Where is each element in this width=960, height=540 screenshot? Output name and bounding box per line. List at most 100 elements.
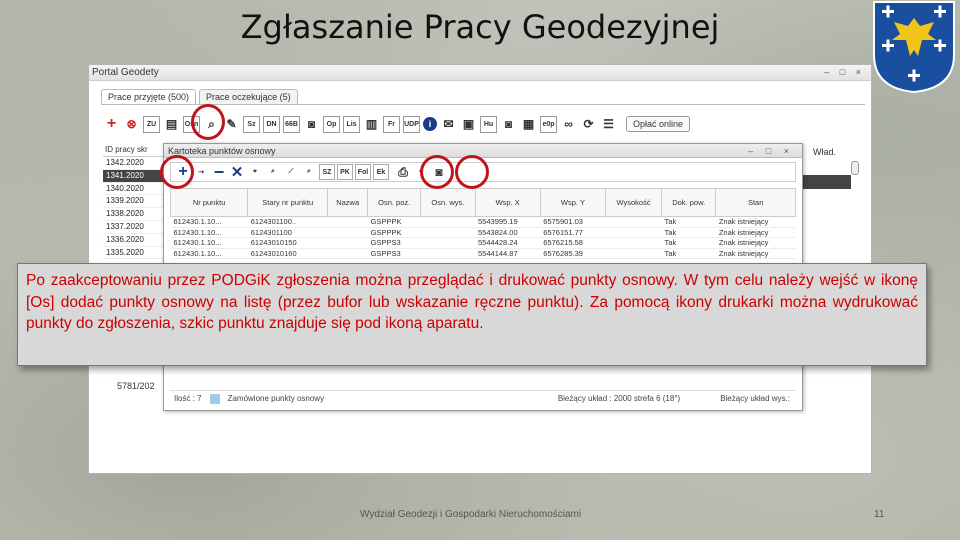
col-header[interactable]: Osn. wys. xyxy=(420,188,476,217)
table-row[interactable]: 612430.1.10... 6124301100.. GSPPPK 55439… xyxy=(170,216,796,228)
table-row[interactable]: 612430.1.10... 61243010160 GSPPS3 554414… xyxy=(170,248,796,259)
cell xyxy=(327,248,368,259)
document-icon[interactable]: ▥ xyxy=(363,115,380,133)
chat-icon[interactable]: ▣ xyxy=(460,115,477,133)
cell: 6576151.77 xyxy=(540,227,606,238)
cell: 61243010160 xyxy=(247,248,328,259)
toolbar-sz-button[interactable]: Sz xyxy=(243,115,260,133)
toolbar-pk-button[interactable]: PK xyxy=(337,164,353,180)
col-header[interactable]: Stary nr punktu xyxy=(247,188,329,217)
slide-title: Zgłaszanie Pracy Geodezyjnej xyxy=(240,8,720,46)
cell xyxy=(605,248,662,259)
mail-icon[interactable]: ✉ xyxy=(440,115,457,133)
page-number: 11 xyxy=(874,509,885,520)
scrollbar[interactable] xyxy=(851,161,859,175)
cell: Tak xyxy=(661,248,716,259)
cell: 612430.1.10... xyxy=(170,216,248,228)
tab-divider xyxy=(101,104,865,105)
toolbar-op-button[interactable]: Op xyxy=(323,115,340,133)
toolbar-hu-button[interactable]: Hu xyxy=(480,115,497,133)
buffer-icon[interactable]: ⇢ xyxy=(193,164,209,180)
info-icon[interactable]: i xyxy=(423,117,437,131)
map-select-icon[interactable]: ⌖ xyxy=(247,164,263,180)
cell xyxy=(327,216,368,228)
cell: 61243010150 xyxy=(247,237,328,249)
binoculars-icon[interactable]: ∞ xyxy=(560,115,577,133)
toolbar-66b-button[interactable]: 66B xyxy=(283,115,300,133)
toolbar-sz-button[interactable]: SZ xyxy=(319,164,335,180)
remove-point-icon[interactable]: − xyxy=(211,162,227,182)
cell xyxy=(420,216,476,228)
cell xyxy=(420,237,476,249)
pen-icon[interactable]: ✎ xyxy=(223,115,240,133)
tab-accepted[interactable]: Prace przyjęte (500) xyxy=(101,89,197,104)
camera2-icon[interactable]: ◙ xyxy=(500,115,517,133)
cell: 5544428.24 xyxy=(475,237,541,249)
legend-label: Zamówione punkty osnowy xyxy=(227,394,325,403)
col-header[interactable]: Wsp. X xyxy=(474,188,541,217)
cell: 5543824.00 xyxy=(475,227,541,238)
cell: Tak xyxy=(661,227,716,238)
toolbar-lis-button[interactable]: Lis xyxy=(343,115,360,133)
locate-icon[interactable]: ⌕ xyxy=(301,164,317,180)
selected-row-strip xyxy=(801,175,851,189)
add-icon[interactable]: + xyxy=(103,115,120,133)
cell: 6576285.39 xyxy=(540,248,606,259)
col-header[interactable]: Nr punktu xyxy=(169,188,249,217)
slide-footer: Wydział Geodezji i Gospodarki Nieruchomo… xyxy=(360,509,582,520)
list-icon[interactable]: ☰ xyxy=(600,115,617,133)
cell: Tak xyxy=(661,237,716,249)
legend-swatch xyxy=(209,393,220,404)
work-id-partial: 5781/202 xyxy=(117,381,155,391)
camera-icon[interactable]: ◙ xyxy=(303,115,320,133)
cell: Znak istniejący xyxy=(715,216,796,228)
tab-pending[interactable]: Prace oczekujące (5) xyxy=(199,89,298,104)
cancel-icon[interactable]: ⊗ xyxy=(123,115,140,133)
cell: GSPPS3 xyxy=(367,237,421,249)
cell: 6576215.58 xyxy=(540,237,606,249)
height-system: Bieżący układ wys.: xyxy=(720,394,790,403)
col-header[interactable]: Osn. poz. xyxy=(367,188,422,217)
print-icon[interactable]: ⎙ xyxy=(395,164,411,180)
toolbar-fr-button[interactable]: Fr xyxy=(383,115,400,133)
col-header[interactable]: Wysokość xyxy=(605,188,663,217)
cell xyxy=(327,237,368,249)
refresh-icon[interactable]: ⟳ xyxy=(580,115,597,133)
delete-icon[interactable]: ✕ xyxy=(229,164,245,181)
cell xyxy=(605,227,662,238)
toolbar-ek-button[interactable]: Ek xyxy=(373,164,389,180)
col-header[interactable]: Wsp. Y xyxy=(539,188,607,217)
image-icon[interactable]: ▦ xyxy=(520,115,537,133)
silesia-coat-of-arms xyxy=(873,1,955,94)
folder-icon[interactable]: ▤ xyxy=(163,115,180,133)
cell: 5544144.87 xyxy=(475,248,541,259)
cell: Znak istniejący xyxy=(715,237,796,249)
col-header[interactable]: Stan xyxy=(715,188,796,217)
highlight-osn-circle xyxy=(191,104,225,140)
cell: 5543995.19 xyxy=(475,216,541,228)
measure-icon[interactable]: ⟋ xyxy=(283,164,299,180)
highlight-camera-circle xyxy=(455,155,489,189)
zoom-icon[interactable]: ⌕ xyxy=(265,164,281,180)
pay-online-button[interactable]: Opłać online xyxy=(626,116,691,132)
cell: GSPPS3 xyxy=(367,248,421,259)
toolbar-dn-button[interactable]: DN xyxy=(263,115,280,133)
dialog-window-controls[interactable]: – □ × xyxy=(748,144,794,158)
coordinate-system: Bieżący układ : 2000 strefa 6 (18°) xyxy=(557,394,681,403)
toolbar-zu-button[interactable]: ZU xyxy=(143,115,160,133)
window-controls[interactable]: – □ × xyxy=(824,65,865,80)
toolbar-fol-button[interactable]: Fol xyxy=(355,164,371,180)
portal-title-bar: Portal Geodety – □ × xyxy=(89,65,871,81)
cell: GSPPPK xyxy=(367,227,421,238)
col-header[interactable]: Dok. pow. xyxy=(661,188,717,217)
portal-tabs: Prace przyjęte (500) Prace oczekujące (5… xyxy=(101,89,298,104)
dialog-status-bar: Ilość : 7 Zamówione punkty osnowy Bieżąc… xyxy=(170,390,796,406)
table-row[interactable]: 612430.1.10... 61243010150 GSPPS3 554442… xyxy=(170,237,796,249)
cell: 612430.1.10... xyxy=(170,227,248,238)
toolbar-e0p-button[interactable]: e0p xyxy=(540,115,557,133)
toolbar-udp-button[interactable]: UDP xyxy=(403,115,420,133)
col-header[interactable]: Nazwa xyxy=(327,188,369,217)
table-row[interactable]: 612430.1.10... 6124301100 GSPPPK 5543824… xyxy=(170,227,796,238)
cell: Tak xyxy=(661,216,716,228)
portal-title: Portal Geodety xyxy=(92,67,159,78)
